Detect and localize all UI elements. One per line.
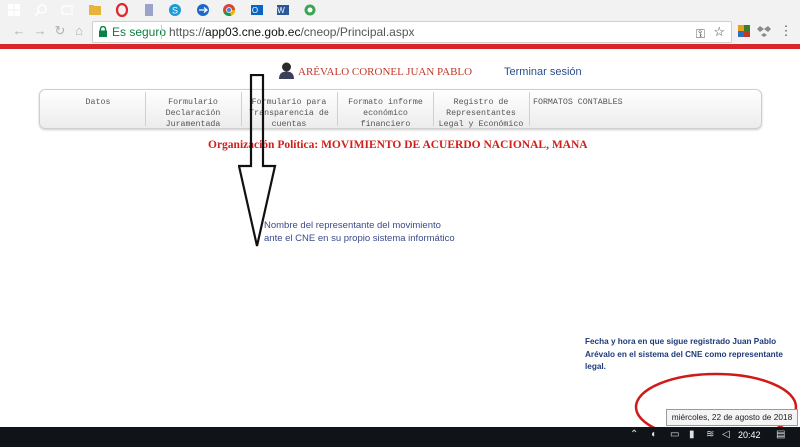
user-icon [279, 62, 294, 79]
svg-text:S: S [172, 6, 178, 16]
battery-icon[interactable]: ▮ [689, 429, 695, 440]
forward-icon[interactable]: → [33, 24, 47, 38]
wifi-icon[interactable]: ≋ [706, 429, 714, 440]
home-icon[interactable]: ⌂ [72, 24, 86, 38]
header-accent-line [0, 44, 800, 49]
date-tooltip: miércoles, 22 de agosto de 2018 [666, 409, 798, 426]
logout-link[interactable]: Terminar sesión [504, 66, 582, 78]
menu-item-declaracion[interactable]: Formulario Declaración Juramentada [147, 97, 239, 130]
teamviewer-icon[interactable] [196, 3, 210, 17]
menu-item-registro[interactable]: Registro de Representantes Legal y Econó… [434, 97, 528, 130]
menu-item-datos[interactable]: Datos [54, 97, 142, 108]
menu-item-informe[interactable]: Formato informe económico financiero [339, 97, 432, 130]
address-bar[interactable]: Es seguro https://app03.cne.gob.ec/cneop… [92, 21, 732, 43]
menu-item-formatos[interactable]: FORMATOS CONTABLES [533, 97, 629, 108]
skype-icon[interactable]: S [168, 3, 182, 17]
secure-label: Es seguro [112, 25, 167, 39]
url-text: https://app03.cne.gob.ec/cneop/Principal… [169, 25, 415, 39]
extension-icon[interactable] [737, 24, 751, 38]
volume-icon[interactable]: ◖ [650, 429, 656, 440]
windows-start-icon[interactable] [7, 3, 21, 17]
menu-divider [529, 92, 530, 126]
key-icon[interactable]: ⚿ [696, 24, 705, 44]
word-icon[interactable]: W [276, 3, 290, 17]
notifications-icon[interactable]: ▤ [776, 429, 785, 440]
annotation-representative: Nombre del representante del movimiento … [264, 220, 455, 244]
bookmark-star-icon[interactable]: ☆ [713, 22, 725, 42]
address-separator [161, 25, 162, 39]
taskbar-clock[interactable]: 20:42 [738, 430, 761, 440]
app-icon[interactable] [303, 3, 317, 17]
document-icon[interactable] [142, 3, 156, 17]
tray-app-icon[interactable]: ▭ [670, 429, 679, 440]
chevron-up-icon[interactable]: ⌃ [630, 429, 638, 440]
lock-icon [99, 26, 107, 37]
search-icon[interactable] [34, 3, 48, 17]
speaker-icon[interactable]: ◁ [722, 429, 730, 440]
svg-text:W: W [277, 6, 285, 15]
user-name: ARÉVALO CORONEL JUAN PABLO [298, 66, 473, 78]
svg-text:O: O [252, 6, 258, 15]
task-view-icon[interactable] [60, 3, 74, 17]
chrome-icon[interactable] [222, 3, 236, 17]
back-icon[interactable]: ← [12, 24, 26, 38]
file-explorer-icon[interactable] [88, 3, 102, 17]
outlook-icon[interactable]: O [250, 3, 264, 17]
opera-icon[interactable] [115, 3, 129, 17]
browser-menu-icon[interactable]: ⋮ [779, 24, 793, 38]
menu-divider [145, 92, 146, 126]
taskbar [0, 427, 800, 447]
reload-icon[interactable]: ↻ [53, 24, 67, 38]
menu-divider [337, 92, 338, 126]
main-menu: Datos Formulario Declaración Juramentada… [39, 89, 762, 129]
dropbox-icon[interactable] [757, 24, 771, 38]
